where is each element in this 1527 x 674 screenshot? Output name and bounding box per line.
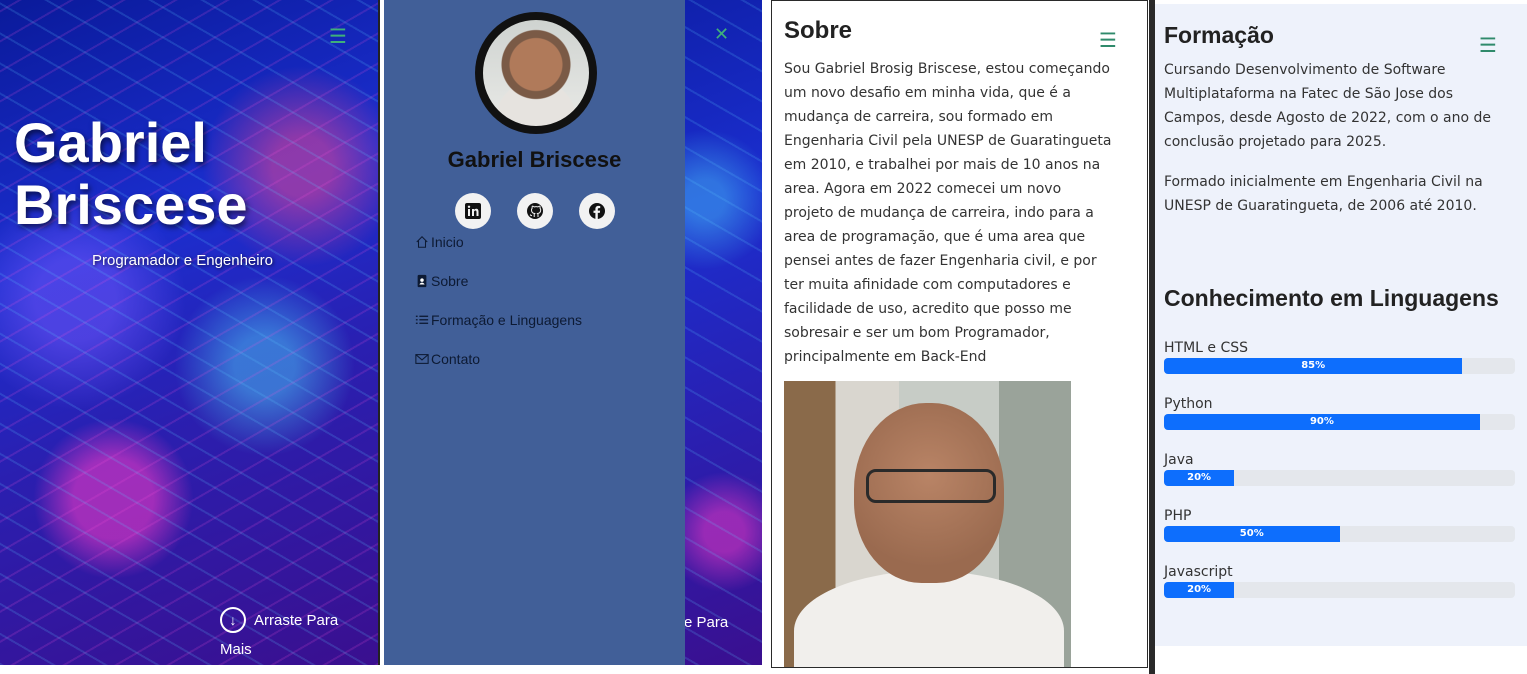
skill-name: HTML e CSS: [1164, 340, 1249, 356]
person-badge-icon: [415, 274, 431, 288]
menu-nav: Inicio Sobre Formação e Linguagens Conta…: [415, 232, 582, 388]
hero-title-line2: Briscese: [14, 173, 248, 236]
nav-label: Contato: [431, 351, 481, 367]
profile-photo: [483, 20, 589, 126]
skill-item: Python 90%: [1164, 394, 1515, 450]
skill-item: HTML e CSS 85%: [1164, 338, 1515, 394]
education-panel: Formação ☰ Cursando Desenvolvimento de S…: [1155, 4, 1527, 646]
hero-background: [0, 0, 378, 665]
linkedin-icon[interactable]: [455, 193, 491, 229]
list-icon: [415, 313, 431, 327]
hamburger-icon[interactable]: ☰: [329, 26, 349, 46]
skill-item: Java 20%: [1164, 450, 1515, 506]
avatar: [475, 12, 597, 134]
profile-photo: [784, 381, 1071, 667]
hero-title: Gabriel Briscese: [14, 112, 248, 236]
scroll-label-peek: e Para: [684, 614, 729, 631]
side-menu: Gabriel Briscese Inicio Sobre Formação e…: [384, 0, 685, 665]
skill-progress-track: 20%: [1164, 582, 1515, 598]
scroll-label-line1: Arraste Para: [254, 611, 339, 629]
social-links: [455, 193, 615, 229]
menu-profile-name: Gabriel Briscese: [447, 147, 622, 172]
hero-title-line1: Gabriel: [14, 111, 207, 174]
skill-progress-track: 85%: [1164, 358, 1515, 374]
nav-label: Inicio: [431, 234, 464, 250]
skill-name: PHP: [1164, 508, 1192, 524]
nav-item-formacao[interactable]: Formação e Linguagens: [415, 310, 582, 330]
nav-item-inicio[interactable]: Inicio: [415, 232, 582, 252]
skill-progress-track: 90%: [1164, 414, 1515, 430]
nav-label: Formação e Linguagens: [431, 312, 582, 328]
nav-label: Sobre: [431, 273, 469, 289]
about-text: Sou Gabriel Brosig Briscese, estou começ…: [784, 61, 1112, 365]
skill-progress-bar: 50%: [1164, 526, 1340, 542]
skill-progress-bar: 20%: [1164, 582, 1235, 598]
education-text-2: Formado inicialmente em Engenharia Civil…: [1164, 174, 1483, 214]
skill-item: Javascript 20%: [1164, 562, 1515, 618]
skill-name: Javascript: [1164, 564, 1233, 580]
skills-list: HTML e CSS 85% Python 90% Java 20% PHP 5…: [1164, 338, 1515, 618]
education-title: Formação: [1164, 22, 1274, 48]
scroll-label-line2: Mais: [220, 641, 252, 658]
skill-name: Python: [1164, 396, 1213, 412]
nav-item-contato[interactable]: Contato: [415, 349, 582, 369]
about-title: Sobre: [784, 17, 853, 44]
skill-progress-bar: 90%: [1164, 414, 1480, 430]
education-section: Formação ☰ Cursando Desenvolvimento de S…: [1149, 0, 1527, 674]
nav-item-sobre[interactable]: Sobre: [415, 271, 582, 291]
hamburger-icon[interactable]: ☰: [1479, 35, 1497, 55]
hamburger-icon[interactable]: ☰: [1099, 30, 1117, 50]
skill-progress-track: 20%: [1164, 470, 1515, 486]
skill-progress-track: 50%: [1164, 526, 1515, 542]
github-icon[interactable]: [517, 193, 553, 229]
skill-item: PHP 50%: [1164, 506, 1515, 562]
home-icon: [415, 235, 431, 249]
skill-progress-bar: 85%: [1164, 358, 1463, 374]
close-icon[interactable]: ✕: [714, 24, 729, 45]
about-section: Sobre ☰ Sou Gabriel Brosig Briscese, est…: [771, 0, 1148, 668]
skill-name: Java: [1164, 452, 1194, 468]
skill-progress-bar: 20%: [1164, 470, 1235, 486]
education-text-1: Cursando Desenvolvimento de Software Mul…: [1164, 62, 1492, 150]
facebook-icon[interactable]: [579, 193, 615, 229]
scroll-down-link[interactable]: ↓ Arraste Para Mais: [220, 607, 338, 658]
hero-subtitle: Programador e Engenheiro: [92, 252, 273, 269]
skills-title: Conhecimento em Linguagens: [1164, 285, 1499, 311]
hero-section: ☰ Gabriel Briscese Programador e Engenhe…: [0, 0, 380, 665]
envelope-icon: [415, 352, 431, 366]
arrow-down-circle-icon: ↓: [220, 607, 246, 633]
